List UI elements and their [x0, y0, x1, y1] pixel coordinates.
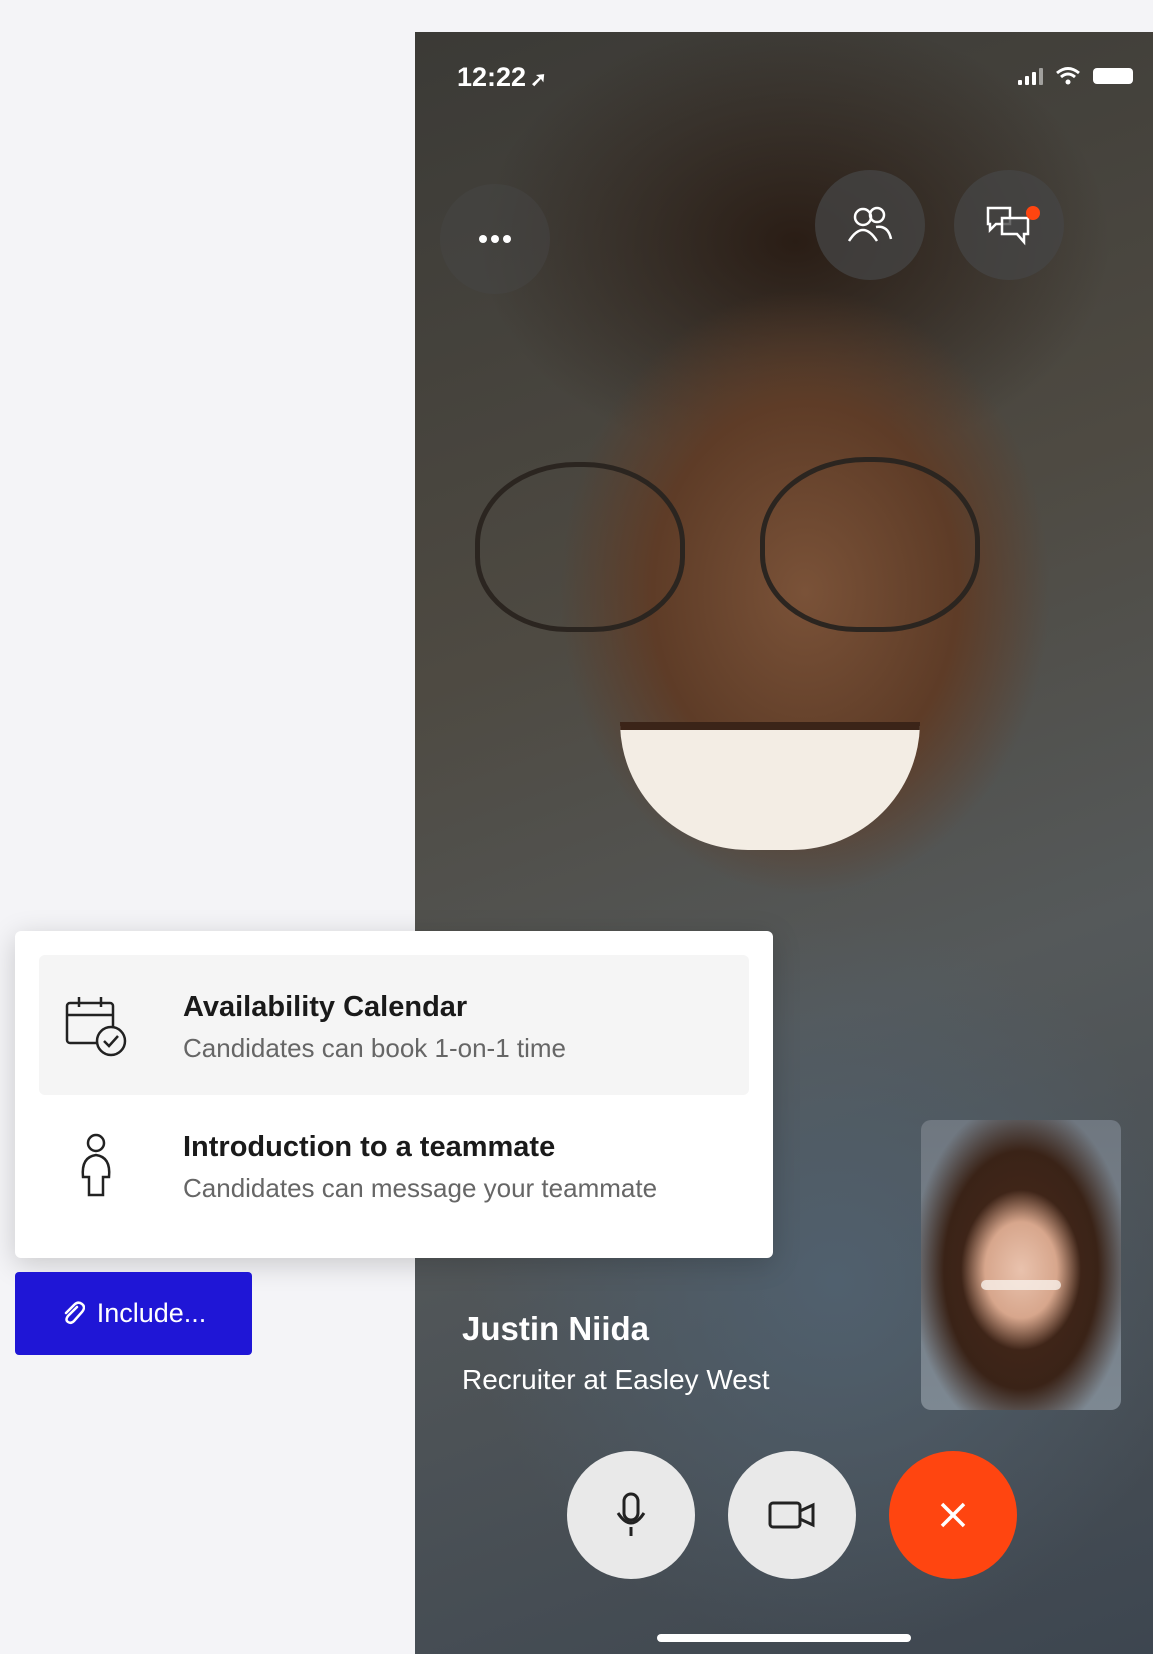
mute-button[interactable]	[567, 1451, 695, 1579]
include-button[interactable]: Include...	[15, 1272, 252, 1355]
paperclip-icon	[64, 1300, 85, 1324]
video-call-screen: 12:22 ➚ Justin Niida Recruiter at Easley…	[415, 32, 1153, 1654]
menu-item-introduction-teammate[interactable]: Introduction to a teammate Candidates ca…	[39, 1095, 749, 1235]
glasses-right-lens	[760, 457, 980, 632]
battery-icon	[1093, 68, 1133, 84]
smile	[620, 722, 920, 850]
unread-dot	[1026, 206, 1040, 220]
video-camera-icon	[768, 1501, 815, 1529]
status-icons	[1018, 66, 1133, 86]
menu-item-availability-calendar[interactable]: Availability Calendar Candidates can boo…	[39, 955, 749, 1095]
caller-name: Justin Niida	[462, 1310, 650, 1347]
ellipsis-icon	[479, 235, 511, 243]
microphone-icon	[616, 1492, 646, 1536]
location-arrow-icon: ➚	[530, 69, 547, 91]
end-call-button[interactable]	[889, 1451, 1017, 1579]
calendar-check-icon	[65, 997, 127, 1057]
include-button-label: Include...	[96, 1298, 207, 1328]
more-options-button[interactable]	[440, 184, 550, 294]
self-view-face	[981, 1280, 1061, 1290]
close-icon	[940, 1502, 966, 1528]
camera-button[interactable]	[728, 1451, 856, 1579]
caller-role: Recruiter at Easley West	[462, 1364, 770, 1395]
participants-icon	[847, 206, 893, 242]
person-icon	[81, 1133, 111, 1197]
home-indicator	[657, 1634, 911, 1642]
menu-item-subtitle: Candidates can book 1-on-1 time	[183, 1033, 567, 1063]
status-time: 12:22 ➚	[457, 62, 547, 92]
chat-button[interactable]	[954, 170, 1064, 280]
menu-item-title: Introduction to a teammate	[183, 1131, 556, 1163]
participants-button[interactable]	[815, 170, 925, 280]
wifi-icon	[1056, 67, 1080, 85]
glasses-left-lens	[475, 462, 685, 632]
self-view-video[interactable]	[921, 1120, 1121, 1410]
menu-item-title: Availability Calendar	[183, 991, 468, 1023]
menu-item-subtitle: Candidates can message your teammate	[183, 1173, 658, 1203]
signal-icon	[1018, 67, 1043, 85]
include-menu: Availability Calendar Candidates can boo…	[15, 931, 773, 1258]
